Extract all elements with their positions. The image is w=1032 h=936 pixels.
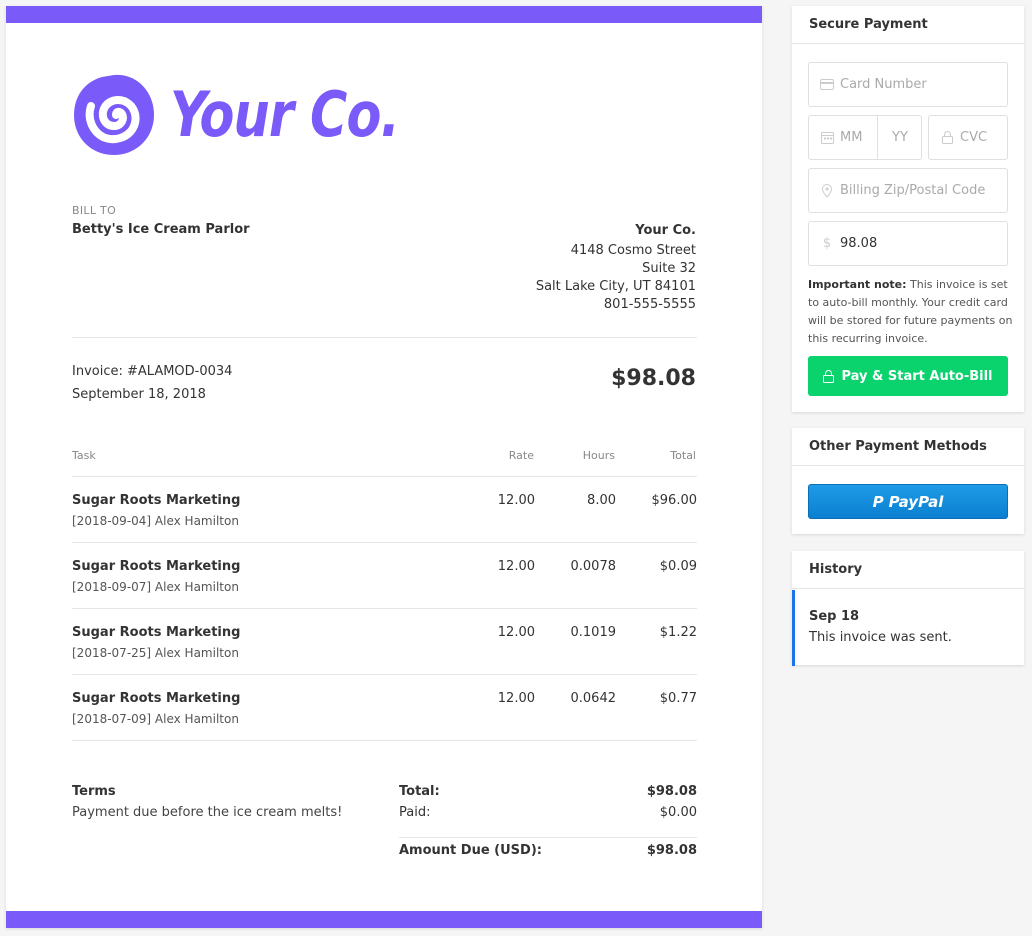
sender-street: 4148 Cosmo Street xyxy=(570,243,696,258)
table-row: Sugar Roots Marketing [2018-07-09] Alex … xyxy=(72,675,697,741)
panel-title: Other Payment Methods xyxy=(792,428,1024,466)
other-payment-methods-panel: Other Payment Methods P PayPal xyxy=(792,428,1024,534)
cvc-placeholder: CVC xyxy=(960,130,988,145)
task-name: Sugar Roots Marketing xyxy=(72,691,241,706)
invoice-bottom-bar xyxy=(6,911,762,928)
bill-to-name: Betty's Ice Cream Parlor xyxy=(72,222,250,237)
task-name: Sugar Roots Marketing xyxy=(72,559,241,574)
task-total: $96.00 xyxy=(651,493,698,508)
pay-start-auto-bill-button[interactable]: Pay & Start Auto-Bill xyxy=(808,356,1008,396)
task-detail: [2018-07-25] Alex Hamilton xyxy=(72,646,239,660)
expiry-input[interactable]: MM YY xyxy=(808,115,922,160)
table-row: Sugar Roots Marketing [2018-09-07] Alex … xyxy=(72,543,697,609)
dollar-icon: $ xyxy=(822,236,832,251)
sender-company: Your Co. xyxy=(635,223,696,238)
field-separator xyxy=(877,116,878,159)
task-hours: 0.1019 xyxy=(570,625,617,640)
sender-city: Salt Lake City, UT 84101 xyxy=(535,279,696,294)
amount-value: 98.08 xyxy=(840,236,878,251)
task-hours: 8.00 xyxy=(587,493,616,508)
task-total: $1.22 xyxy=(659,625,697,640)
task-name: Sugar Roots Marketing xyxy=(72,625,241,640)
calendar-icon xyxy=(818,131,836,144)
invoice-date: September 18, 2018 xyxy=(72,387,206,402)
column-header-hours: Hours xyxy=(582,449,615,462)
paid-label: Paid: xyxy=(399,805,431,820)
sender-phone: 801-555-5555 xyxy=(603,297,696,312)
paypal-label: PayPal xyxy=(888,492,944,511)
logo-text: Your Co. xyxy=(170,78,400,151)
panel-title: History xyxy=(792,551,1024,589)
divider xyxy=(72,337,697,338)
total-label: Total: xyxy=(399,784,440,799)
swirl-logo-icon xyxy=(74,74,154,155)
column-header-task: Task xyxy=(72,449,96,462)
paypal-button[interactable]: P PayPal xyxy=(808,484,1008,519)
map-pin-icon xyxy=(818,183,836,198)
card-number-input[interactable]: Card Number xyxy=(808,62,1008,107)
invoice-top-bar xyxy=(6,6,762,23)
lock-icon xyxy=(823,369,835,383)
panel-title: Secure Payment xyxy=(792,6,1024,44)
table-row: Sugar Roots Marketing [2018-09-04] Alex … xyxy=(72,477,697,543)
column-header-total: Total xyxy=(670,449,696,462)
amount-due-value: $98.08 xyxy=(646,843,697,858)
paid-value: $0.00 xyxy=(659,805,697,820)
task-rate: 12.00 xyxy=(497,493,535,508)
terms-text: Payment due before the ice cream melts! xyxy=(72,805,343,820)
task-rate: 12.00 xyxy=(497,559,535,574)
task-total: $0.77 xyxy=(659,691,697,706)
task-detail: [2018-09-04] Alex Hamilton xyxy=(72,514,239,528)
secure-payment-panel: Secure Payment Card Number MM YY CVC Bil… xyxy=(792,6,1024,412)
task-total: $0.09 xyxy=(659,559,697,574)
cvc-input[interactable]: CVC xyxy=(928,115,1008,160)
task-detail: [2018-07-09] Alex Hamilton xyxy=(72,712,239,726)
bill-to-label: BILL TO xyxy=(72,204,117,217)
history-entry: Sep 18 This invoice was sent. xyxy=(792,590,1024,666)
history-panel: History Sep 18 This invoice was sent. xyxy=(792,551,1024,666)
invoice-number: Invoice: #ALAMOD-0034 xyxy=(72,364,233,379)
invoice-card: Your Co. BILL TO Betty's Ice Cream Parlo… xyxy=(6,6,762,928)
task-hours: 0.0642 xyxy=(570,691,617,706)
card-number-placeholder: Card Number xyxy=(840,77,927,92)
task-detail: [2018-09-07] Alex Hamilton xyxy=(72,580,239,594)
history-date: Sep 18 xyxy=(809,609,860,624)
task-hours: 0.0078 xyxy=(570,559,617,574)
terms-label: Terms xyxy=(72,784,116,799)
task-name: Sugar Roots Marketing xyxy=(72,493,241,508)
credit-card-icon xyxy=(818,79,836,90)
billing-zip-placeholder: Billing Zip/Postal Code xyxy=(840,183,986,198)
invoice-amount: $98.08 xyxy=(611,366,696,391)
lock-icon xyxy=(938,131,956,144)
pay-button-label: Pay & Start Auto-Bill xyxy=(841,368,993,384)
history-text: This invoice was sent. xyxy=(809,630,952,645)
column-header-rate: Rate xyxy=(508,449,534,462)
expiry-year-placeholder: YY xyxy=(892,130,908,145)
paypal-logo-icon: P xyxy=(872,492,884,511)
sender-suite: Suite 32 xyxy=(642,261,696,276)
divider xyxy=(399,837,697,838)
task-rate: 12.00 xyxy=(497,691,535,706)
important-note: Important note: This invoice is set to a… xyxy=(808,276,1014,348)
note-label: Important note: xyxy=(808,278,907,291)
expiry-month-placeholder: MM xyxy=(840,130,863,145)
total-value: $98.08 xyxy=(646,784,697,799)
billing-zip-input[interactable]: Billing Zip/Postal Code xyxy=(808,168,1008,213)
amount-due-label: Amount Due (USD): xyxy=(399,843,542,858)
amount-input[interactable]: $ 98.08 xyxy=(808,221,1008,266)
row-divider xyxy=(72,740,697,741)
sender-address: Your Co. 4148 Cosmo Street Suite 32 Salt… xyxy=(536,222,696,314)
company-logo: Your Co. xyxy=(72,73,449,157)
table-row: Sugar Roots Marketing [2018-07-25] Alex … xyxy=(72,609,697,675)
task-rate: 12.00 xyxy=(497,625,535,640)
